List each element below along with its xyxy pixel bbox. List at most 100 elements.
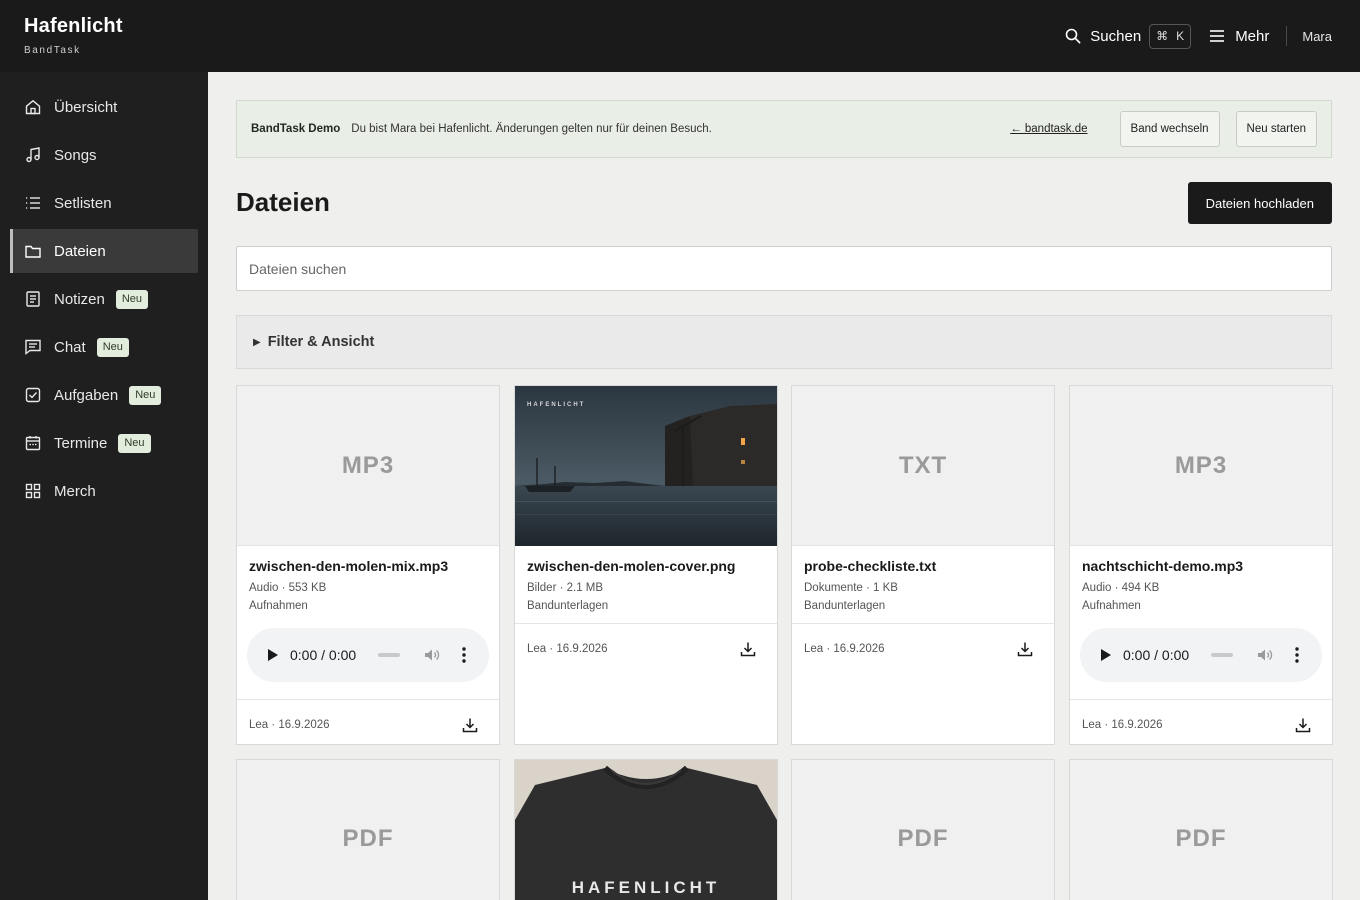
note-icon [26,291,40,307]
file-meta: Dokumente · 1 KB [804,582,898,594]
file-search-input[interactable] [236,246,1332,291]
sidebar-item-uebersicht[interactable]: Übersicht [10,85,198,129]
new-badge: Neu [96,337,129,357]
sidebar-item-dateien[interactable]: Dateien [10,229,198,273]
sidebar-item-label: Termine [54,434,108,452]
file-footer: Lea · 16.9.2026 [515,623,777,674]
file-type-thumbnail[interactable]: MP3 [1070,386,1332,546]
file-type-thumbnail[interactable]: TXT [792,386,1054,546]
sidebar-item-songs[interactable]: Songs [10,133,198,177]
restart-button[interactable]: Neu starten [1235,111,1317,147]
file-card: PDF [236,759,500,900]
file-category: Aufnahmen [249,600,308,612]
file-name[interactable]: zwischen-den-molen-cover.png [527,558,765,574]
uploader-date: Lea · 16.9.2026 [804,643,885,655]
menu-icon [1210,30,1225,42]
switch-band-button[interactable]: Band wechseln [1119,111,1220,147]
file-info: probe-checkliste.txt Dokumente · 1 KB Ba… [792,546,1054,612]
main-content: BandTask Demo Du bist Mara bei Hafenlich… [208,72,1360,900]
shortcut-key: K [1176,29,1185,43]
band-name: Hafenlicht [24,15,123,37]
audio-progress-slider[interactable] [378,653,401,657]
image-thumbnail[interactable]: HAFENLICHT [515,760,777,900]
demo-text: Du bist Mara bei Hafenlicht. Änderungen … [351,123,712,135]
more-menu-button[interactable]: Mehr [1209,28,1269,45]
shirt-print: HAFENLICHT [572,878,721,897]
sidebar-item-aufgaben[interactable]: Aufgaben Neu [10,373,198,417]
file-card: PDF [791,759,1055,900]
sidebar-item-termine[interactable]: Termine Neu [10,421,198,465]
audio-time: 0:00 / 0:00 [290,647,357,663]
download-icon [1295,718,1311,733]
file-category: Bandunterlagen [527,600,609,612]
user-menu[interactable]: Mara [1302,29,1332,44]
file-card: TXT probe-checkliste.txt Dokumente · 1 K… [791,385,1055,745]
download-button[interactable] [1295,717,1311,733]
sidebar-item-notizen[interactable]: Notizen Neu [10,277,198,321]
file-name[interactable]: probe-checkliste.txt [804,558,1042,574]
image-thumbnail[interactable]: HAFENLICHT [515,386,777,546]
new-badge: Neu [118,433,151,453]
file-meta: Audio · 494 KB [1082,582,1160,594]
file-type-thumbnail[interactable]: PDF [237,760,499,900]
sidebar-item-label: Dateien [54,242,106,260]
download-icon [1017,642,1033,657]
sidebar-item-label: Songs [54,146,97,164]
more-vertical-icon[interactable] [462,647,466,663]
more-vertical-icon[interactable] [1295,647,1299,663]
file-info: nachtschicht-demo.mp3 Audio · 494 KB Auf… [1070,546,1332,612]
download-icon [740,642,756,657]
sidebar-item-merch[interactable]: Merch [10,469,198,513]
file-footer: Lea · 16.9.2026 [237,699,499,744]
sidebar-item-label: Merch [54,482,96,500]
page-title: Dateien [236,187,330,217]
play-icon[interactable] [1101,649,1111,661]
brand[interactable]: Hafenlicht BandTask [24,15,123,56]
filter-toggle[interactable]: ▶ Filter & Ansicht [236,315,1332,369]
download-button[interactable] [740,641,756,657]
sidebar-item-setlisten[interactable]: Setlisten [10,181,198,225]
checkbox-icon [25,387,41,403]
volume-icon[interactable] [424,648,440,662]
file-meta: Audio · 553 KB [249,582,327,594]
volume-icon[interactable] [1257,648,1273,662]
sidebar: Übersicht Songs Setlisten Dateien Notize… [0,72,208,900]
file-card: MP3 zwischen-den-molen-mix.mp3 Audio · 5… [236,385,500,745]
file-info: zwischen-den-molen-mix.mp3 Audio · 553 K… [237,546,499,612]
play-icon[interactable] [268,649,278,661]
download-button[interactable] [1017,641,1033,657]
file-info: zwischen-den-molen-cover.png Bilder · 2.… [515,546,777,612]
grid-icon [25,483,41,499]
sidebar-item-label: Chat [54,338,86,356]
file-card: HAFENLICHT [514,759,778,900]
audio-progress-slider[interactable] [1211,653,1234,657]
search-label: Suchen [1090,27,1142,45]
file-name[interactable]: zwischen-den-molen-mix.mp3 [249,558,487,574]
uploader-date: Lea · 16.9.2026 [249,719,330,731]
shortcut-hint: ⌘ K [1149,23,1192,49]
back-to-site-link[interactable]: ← bandtask.de [1010,123,1087,135]
demo-banner: BandTask Demo Du bist Mara bei Hafenlich… [236,100,1332,158]
more-label: Mehr [1235,27,1270,45]
file-type-thumbnail[interactable]: PDF [792,760,1054,900]
file-name[interactable]: nachtschicht-demo.mp3 [1082,558,1320,574]
file-footer: Lea · 16.9.2026 [1070,699,1332,744]
folder-icon [25,245,41,258]
app-subtitle: BandTask [24,45,81,56]
file-type-thumbnail[interactable]: PDF [1070,760,1332,900]
demo-title: BandTask Demo [251,123,341,135]
audio-player: 0:00 / 0:00 [1080,628,1322,682]
file-type-thumbnail[interactable]: MP3 [237,386,499,546]
search-button[interactable]: Suchen ⌘ K [1065,23,1192,49]
music-note-icon [26,147,40,163]
new-badge: Neu [129,385,162,405]
divider [1286,26,1288,46]
new-badge: Neu [115,289,149,309]
download-button[interactable] [462,717,478,733]
upload-files-button[interactable]: Dateien hochladen [1187,182,1332,224]
file-category: Bandunterlagen [804,600,886,612]
uploader-date: Lea · 16.9.2026 [527,643,608,655]
filter-label: Filter & Ansicht [267,334,375,350]
audio-player: 0:00 / 0:00 [247,628,489,682]
sidebar-item-chat[interactable]: Chat Neu [10,325,198,369]
